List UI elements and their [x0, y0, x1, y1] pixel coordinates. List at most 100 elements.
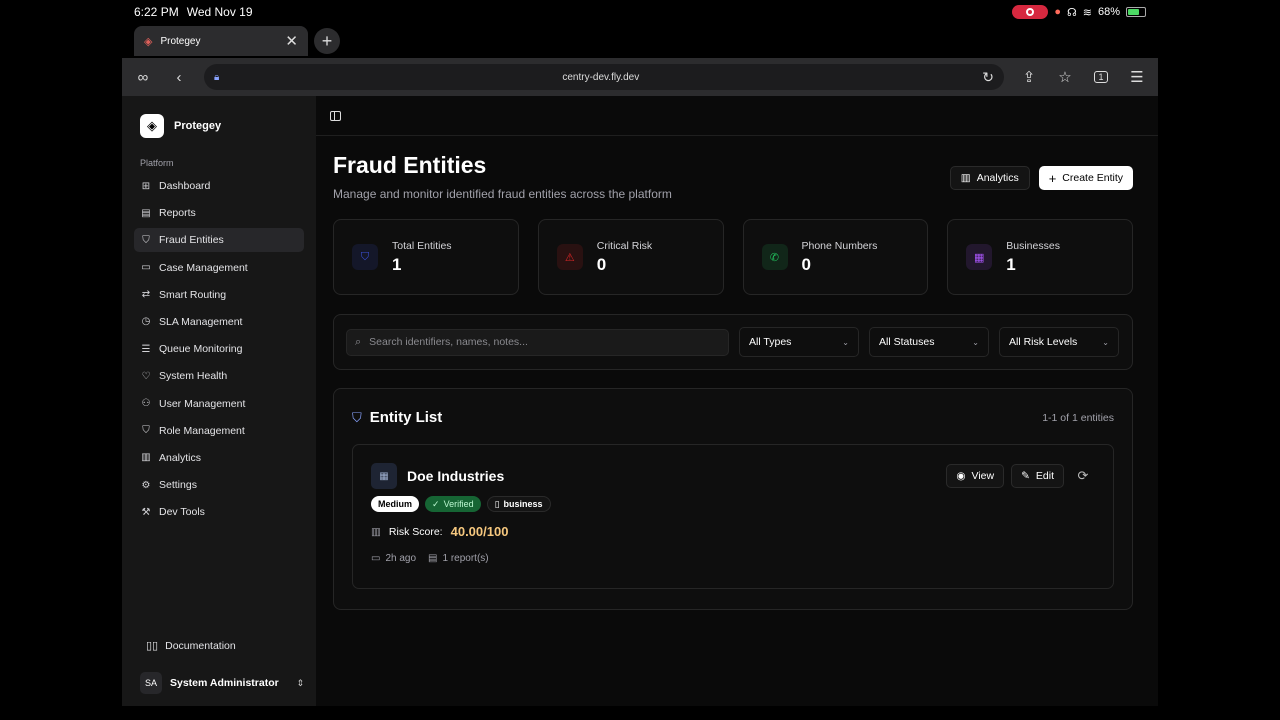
check-circle-icon: ✓ — [432, 498, 440, 509]
sidebar-item-dev-tools[interactable]: ⚒ Dev Tools — [134, 500, 304, 524]
sidebar-item-queue-monitoring[interactable]: ☰ Queue Monitoring — [134, 337, 304, 361]
sidebar-item-system-health[interactable]: ♡ System Health — [134, 364, 304, 388]
sidebar-item-case-management[interactable]: ▭ Case Management — [134, 256, 304, 280]
sidebar-item-label: Case Management — [159, 261, 248, 274]
brand-name: Protegey — [174, 120, 222, 132]
building-icon: ▦ — [371, 463, 397, 489]
app-window: ◈ Protegey Platform ⊞ Dashboard ▤ Reports ⛉ F… — [122, 96, 1158, 706]
tab-count: 1 — [1094, 71, 1108, 83]
eye-icon: ◉ — [956, 470, 966, 482]
stat-label: Critical Risk — [596, 239, 653, 252]
user-menu[interactable]: SA System Administrator ⇕ — [134, 672, 304, 694]
alert-icon: ⚠ — [556, 244, 583, 270]
incognito-icon[interactable]: ∞ — [132, 66, 154, 88]
create-entity-button[interactable]: + Create Entity — [1038, 166, 1133, 190]
sidebar-item-role-management[interactable]: ⛉ Role Management — [134, 419, 304, 443]
filter-bar: ⌕ All Types ⌄ All Statuses ⌄ All Risk Le… — [333, 314, 1133, 370]
tab-count-button[interactable]: 1 — [1090, 66, 1112, 88]
stat-value: 0 — [801, 254, 811, 274]
sidebar-item-fraud-entities[interactable]: ⛉ Fraud Entities — [134, 228, 304, 253]
recording-indicator[interactable] — [1012, 5, 1049, 19]
bookmark-star-icon[interactable]: ☆ — [1054, 66, 1076, 88]
stat-card-total-entities: ⛉ Total Entities 1 — [333, 219, 519, 295]
list-icon: ☰ — [141, 343, 151, 355]
battery-icon — [1126, 7, 1146, 17]
sidebar-item-analytics[interactable]: ▥ Analytics — [134, 446, 304, 470]
close-tab-icon[interactable]: ✕ — [285, 32, 298, 50]
sidebar-toggle-icon[interactable] — [330, 110, 341, 121]
sidebar-item-label: Fraud Entities — [159, 234, 224, 247]
site-favicon-icon: ◈ — [144, 35, 153, 48]
risk-filter-value: All Risk Levels — [1009, 336, 1078, 348]
new-tab-button[interactable]: + — [314, 28, 340, 54]
user-name: System Administrator — [170, 677, 279, 689]
sidebar-item-label: SLA Management — [159, 315, 243, 328]
documentation-link[interactable]: ▯▯ Documentation — [134, 639, 304, 653]
browser-tab[interactable]: ◈ Protegey ✕ — [134, 26, 308, 56]
chevron-down-icon: ⌄ — [842, 337, 849, 347]
avatar: SA — [140, 672, 162, 694]
edit-icon: ✎ — [1021, 470, 1030, 482]
stat-label: Total Entities — [392, 239, 452, 252]
edit-button-label: Edit — [1035, 470, 1054, 482]
search-input[interactable] — [369, 336, 720, 348]
share-icon[interactable]: ⇪ — [1018, 66, 1040, 88]
entity-count: 1-1 of 1 entities — [1042, 411, 1114, 424]
file-icon: ▤ — [428, 553, 438, 564]
risk-score-label: Risk Score: — [388, 525, 443, 538]
page-subtitle: Manage and monitor identified fraud enti… — [333, 187, 672, 201]
analytics-button-label: Analytics — [976, 172, 1019, 184]
sidebar-item-label: Reports — [159, 207, 196, 220]
refresh-button[interactable]: ⟳ — [1071, 464, 1095, 488]
entity-list-card: ⛉ Entity List 1-1 of 1 entities ▦ Doe In… — [333, 388, 1133, 610]
chevron-down-icon: ⌄ — [1102, 337, 1109, 347]
status-filter-select[interactable]: All Statuses ⌄ — [869, 327, 989, 357]
type-filter-select[interactable]: All Types ⌄ — [739, 327, 859, 357]
sidebar-item-smart-routing[interactable]: ⇄ Smart Routing — [134, 283, 304, 307]
risk-filter-select[interactable]: All Risk Levels ⌄ — [999, 327, 1119, 357]
page-header: Fraud Entities Manage and monitor identi… — [333, 152, 1133, 201]
analytics-button[interactable]: ▥ Analytics — [949, 166, 1030, 190]
sidebar-item-reports[interactable]: ▤ Reports — [134, 201, 304, 225]
back-button[interactable]: ‹ — [168, 66, 190, 88]
shield-icon: ⛉ — [142, 425, 150, 437]
sidebar-item-dashboard[interactable]: ⊞ Dashboard — [134, 174, 304, 198]
clock-icon: ◷ — [141, 316, 151, 328]
stat-value: 0 — [596, 254, 607, 274]
entity-card[interactable]: ▦ Doe Industries ◉ View ✎ Edit ⟳ Medium … — [352, 444, 1114, 589]
sidebar: ◈ Protegey Platform ⊞ Dashboard ▤ Reports ⛉ F… — [122, 96, 316, 706]
stat-value: 1 — [1006, 254, 1016, 274]
sidebar-item-label: Analytics — [159, 451, 202, 464]
building-icon: ▯ — [494, 498, 500, 509]
search-box[interactable]: ⌕ — [346, 328, 729, 356]
sidebar-item-label: Settings — [159, 479, 197, 492]
gear-icon: ⚙ — [141, 479, 151, 491]
chevron-up-down-icon: ⇕ — [296, 677, 304, 688]
file-icon: ▤ — [141, 207, 151, 219]
reload-icon[interactable]: ↻ — [982, 69, 994, 86]
bar-chart-icon: ▥ — [141, 452, 151, 464]
type-badge-label: business — [503, 499, 543, 509]
sidebar-item-settings[interactable]: ⚙ Settings — [134, 473, 304, 497]
edit-button[interactable]: ✎ Edit — [1011, 464, 1064, 488]
risk-score-row: ▥ Risk Score: 40.00/100 — [371, 524, 1095, 539]
sidebar-item-label: System Health — [159, 370, 228, 383]
view-button[interactable]: ◉ View — [946, 464, 1005, 488]
address-bar[interactable]: 🔒︎ centry-dev.fly.dev ↻ — [204, 64, 1004, 90]
menu-icon[interactable]: ☰ — [1126, 66, 1148, 88]
header-actions: ▥ Analytics + Create Entity — [949, 166, 1133, 190]
shield-icon: ⛉ — [142, 234, 150, 246]
brand[interactable]: ◈ Protegey — [140, 114, 304, 138]
page-title: Fraud Entities — [333, 152, 487, 178]
tab-title: Protegey — [160, 35, 201, 47]
bar-chart-icon: ▥ — [371, 525, 381, 538]
sidebar-item-sla-management[interactable]: ◷ SLA Management — [134, 310, 304, 334]
camera-dot-icon: ● — [1054, 6, 1061, 18]
risk-score-value: 40.00/100 — [450, 524, 509, 539]
entity-list-title: Entity List — [369, 409, 443, 426]
grid-icon: ⊞ — [141, 180, 151, 192]
phone-icon: ✆ — [761, 244, 788, 270]
sidebar-item-user-management[interactable]: ⚇ User Management — [134, 392, 304, 416]
search-icon: ⌕ — [355, 335, 362, 348]
sidebar-item-label: Dashboard — [159, 180, 211, 192]
